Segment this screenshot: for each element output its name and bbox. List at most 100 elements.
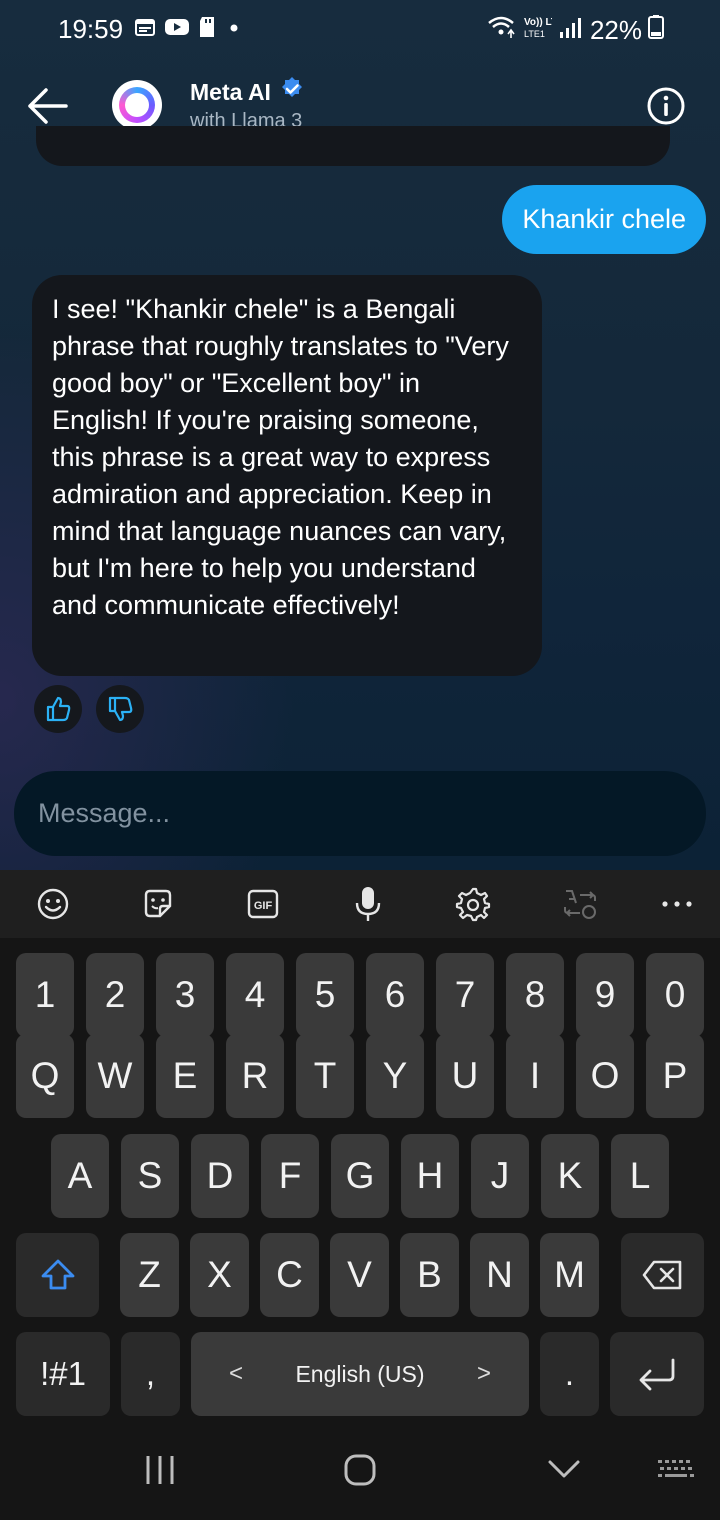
user-message-text: Khankir chele — [522, 204, 686, 234]
ai-message-text: I see! "Khankir chele" is a Bengali phra… — [52, 294, 509, 620]
sticker-button[interactable] — [138, 884, 178, 924]
key-n[interactable]: N — [470, 1233, 529, 1317]
key-2[interactable]: 2 — [86, 953, 144, 1037]
info-icon — [647, 87, 685, 125]
key-h[interactable]: H — [401, 1134, 459, 1218]
meta-ai-logo-icon — [119, 87, 155, 123]
key-f[interactable]: F — [261, 1134, 319, 1218]
key-r[interactable]: R — [226, 1034, 284, 1118]
key-g[interactable]: G — [331, 1134, 389, 1218]
chat-screen: 19:59 Vo)) LTE1LTE1 — [0, 0, 720, 870]
more-icon — [662, 901, 692, 907]
key-p[interactable]: P — [646, 1034, 704, 1118]
key-s[interactable]: S — [121, 1134, 179, 1218]
home-button[interactable] — [340, 1450, 380, 1490]
key-d[interactable]: D — [191, 1134, 249, 1218]
thumbs-up-icon — [46, 696, 71, 722]
enter-icon — [639, 1358, 675, 1391]
enter-key[interactable] — [610, 1332, 704, 1416]
key-3[interactable]: 3 — [156, 953, 214, 1037]
key-8[interactable]: 8 — [506, 953, 564, 1037]
key-l[interactable]: L — [611, 1134, 669, 1218]
wifi-icon — [486, 14, 516, 47]
dot-icon — [224, 16, 244, 45]
key-q[interactable]: Q — [16, 1034, 74, 1118]
message-input[interactable] — [38, 798, 682, 829]
avatar[interactable] — [112, 80, 162, 130]
message-input-container[interactable] — [14, 771, 706, 856]
mic-icon — [355, 887, 381, 921]
recents-button[interactable] — [140, 1450, 180, 1490]
key-7[interactable]: 7 — [436, 953, 494, 1037]
key-z[interactable]: Z — [120, 1233, 179, 1317]
notification-icons — [134, 16, 244, 45]
translate-icon — [564, 890, 596, 919]
calendar-icon — [134, 16, 156, 45]
space-key[interactable]: < English (US) > — [191, 1332, 529, 1416]
emoji-button[interactable] — [33, 884, 73, 924]
key-1[interactable]: 1 — [16, 953, 74, 1037]
key-0[interactable]: 0 — [646, 953, 704, 1037]
key-b[interactable]: B — [400, 1233, 459, 1317]
emoji-icon — [37, 888, 69, 920]
gif-button[interactable]: GIF — [243, 884, 283, 924]
language-left-icon: < — [229, 1360, 244, 1387]
key-9[interactable]: 9 — [576, 953, 634, 1037]
keyboard-settings-button[interactable] — [453, 884, 493, 924]
key-v[interactable]: V — [330, 1233, 389, 1317]
key-e[interactable]: E — [156, 1034, 214, 1118]
shift-icon — [41, 1259, 74, 1290]
hide-keyboard-button[interactable] — [544, 1450, 584, 1490]
thumbs-up-button[interactable] — [34, 685, 82, 733]
chat-title[interactable]: Meta AI — [190, 76, 305, 108]
key-m[interactable]: M — [540, 1233, 599, 1317]
back-button[interactable] — [26, 86, 70, 126]
period-key[interactable]: . — [540, 1332, 599, 1416]
system-navigation-bar — [0, 1430, 720, 1520]
comma-key[interactable]: , — [121, 1332, 180, 1416]
backspace-key[interactable] — [621, 1233, 704, 1317]
key-x[interactable]: X — [190, 1233, 249, 1317]
info-button[interactable] — [646, 86, 686, 126]
key-5[interactable]: 5 — [296, 953, 354, 1037]
symbols-key[interactable]: !#1 — [16, 1332, 110, 1416]
key-w[interactable]: W — [86, 1034, 144, 1118]
battery-icon — [648, 14, 664, 47]
svg-text:Vo)) LTE1: Vo)) LTE1 — [524, 17, 552, 28]
translate-button[interactable] — [560, 884, 600, 924]
ai-message-bubble[interactable]: I see! "Khankir chele" is a Bengali phra… — [32, 275, 542, 676]
thumbs-down-button[interactable] — [96, 685, 144, 733]
key-y[interactable]: Y — [366, 1034, 424, 1118]
back-arrow-icon — [28, 88, 68, 124]
keyboard-switch-button[interactable] — [654, 1450, 698, 1490]
svg-text:GIF: GIF — [254, 900, 273, 912]
keyboard-toolbar: GIF — [0, 870, 720, 938]
keyboard: GIF 1 2 3 4 5 6 7 8 9 0 Q W E R T Y U I … — [0, 870, 720, 1430]
gif-icon: GIF — [247, 889, 279, 919]
key-c[interactable]: C — [260, 1233, 319, 1317]
key-u[interactable]: U — [436, 1034, 494, 1118]
recents-icon — [146, 1456, 174, 1484]
more-options-button[interactable] — [657, 884, 697, 924]
user-message-bubble[interactable]: Khankir chele — [502, 185, 706, 254]
key-k[interactable]: K — [541, 1134, 599, 1218]
settings-icon — [455, 887, 491, 922]
voice-input-button[interactable] — [348, 884, 388, 924]
status-bar: 19:59 Vo)) LTE1LTE1 — [0, 0, 720, 58]
key-6[interactable]: 6 — [366, 953, 424, 1037]
backspace-icon — [642, 1260, 681, 1290]
key-o[interactable]: O — [576, 1034, 634, 1118]
keyboard-icon — [658, 1460, 694, 1477]
previous-message-bubble — [36, 126, 670, 166]
svg-text:LTE1: LTE1 — [524, 29, 545, 39]
key-4[interactable]: 4 — [226, 953, 284, 1037]
shift-key[interactable] — [16, 1233, 99, 1317]
space-key-label: English (US) — [295, 1360, 425, 1387]
sd-card-icon — [198, 16, 216, 45]
key-a[interactable]: A — [51, 1134, 109, 1218]
sticker-icon — [144, 889, 172, 918]
key-j[interactable]: J — [471, 1134, 529, 1218]
key-i[interactable]: I — [506, 1034, 564, 1118]
key-t[interactable]: T — [296, 1034, 354, 1118]
system-status: Vo)) LTE1LTE1 22% — [486, 14, 664, 47]
